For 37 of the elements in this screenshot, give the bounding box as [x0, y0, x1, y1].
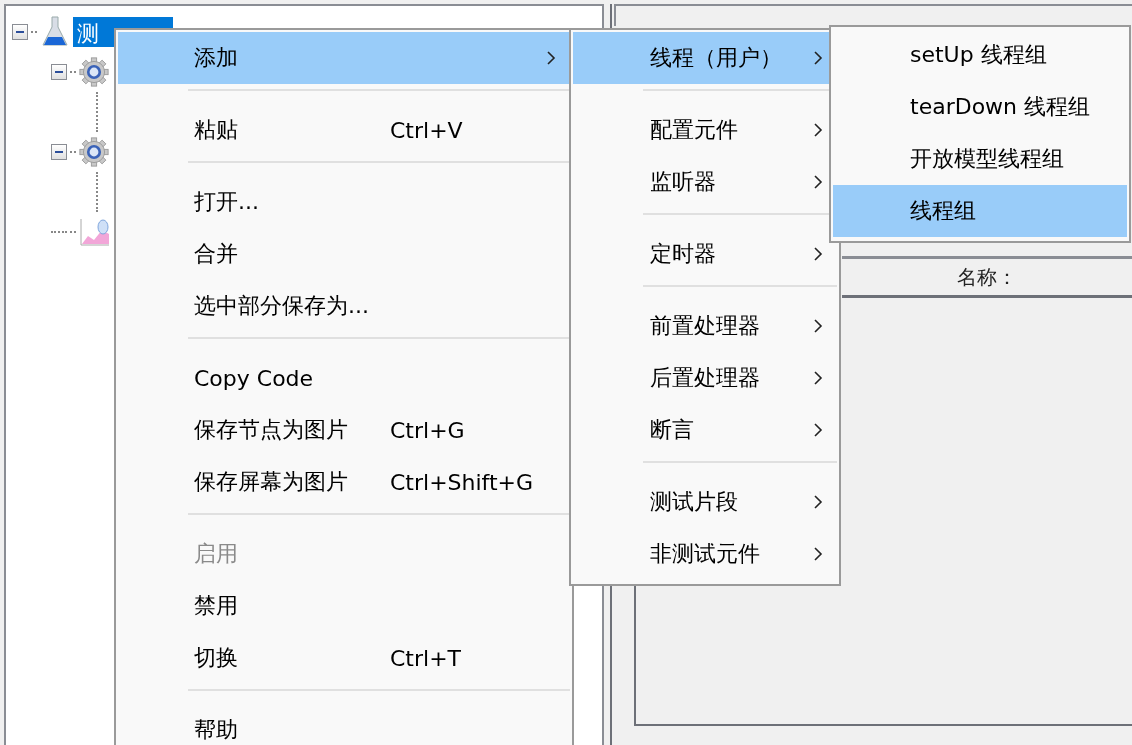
chevron-right-icon [813, 422, 823, 438]
gear-icon [79, 137, 109, 167]
chart-icon [79, 217, 111, 247]
menu-item[interactable]: 添加 [118, 32, 570, 84]
menu-item[interactable]: 后置处理器 [573, 352, 837, 404]
gear-icon [79, 57, 109, 87]
menu-item[interactable]: 禁用 [118, 580, 570, 632]
menu-item[interactable]: 非测试元件 [573, 528, 837, 580]
chevron-right-icon [813, 122, 823, 138]
menu-item[interactable]: 选中部分保存为... [118, 280, 570, 332]
chevron-right-icon [813, 246, 823, 262]
menu-item[interactable]: 保存节点为图片 Ctrl+G [118, 404, 570, 456]
menu-item[interactable]: 帮助 [118, 704, 570, 745]
menu-item[interactable]: 断言 [573, 404, 837, 456]
collapse-toggle[interactable] [51, 64, 67, 80]
menu-item[interactable]: 测试片段 [573, 476, 837, 528]
menu-item[interactable]: tearDown 线程组 [833, 81, 1127, 133]
chevron-right-icon [813, 546, 823, 562]
menu-item[interactable]: 打开... [118, 176, 570, 228]
chevron-right-icon [813, 318, 823, 334]
chevron-right-icon [813, 370, 823, 386]
menu-item[interactable]: 保存屏幕为图片 Ctrl+Shift+G [118, 456, 570, 508]
menu-item[interactable]: 前置处理器 [573, 300, 837, 352]
flask-icon [40, 15, 70, 49]
collapse-toggle[interactable] [12, 24, 28, 40]
collapse-toggle[interactable] [51, 144, 67, 160]
menu-item[interactable]: 开放模型线程组 [833, 133, 1127, 185]
name-label: 名称： [957, 263, 1017, 291]
chevron-right-icon [546, 50, 556, 66]
menu-item[interactable]: Copy Code [118, 352, 570, 404]
chevron-right-icon [813, 50, 823, 66]
menu-item[interactable]: 粘贴 Ctrl+V [118, 104, 570, 156]
chevron-right-icon [813, 174, 823, 190]
menu-item[interactable]: 线程组 [833, 185, 1127, 237]
menu-item[interactable]: 切换 Ctrl+T [118, 632, 570, 684]
menu-item[interactable]: 合并 [118, 228, 570, 280]
chevron-right-icon [813, 494, 823, 510]
